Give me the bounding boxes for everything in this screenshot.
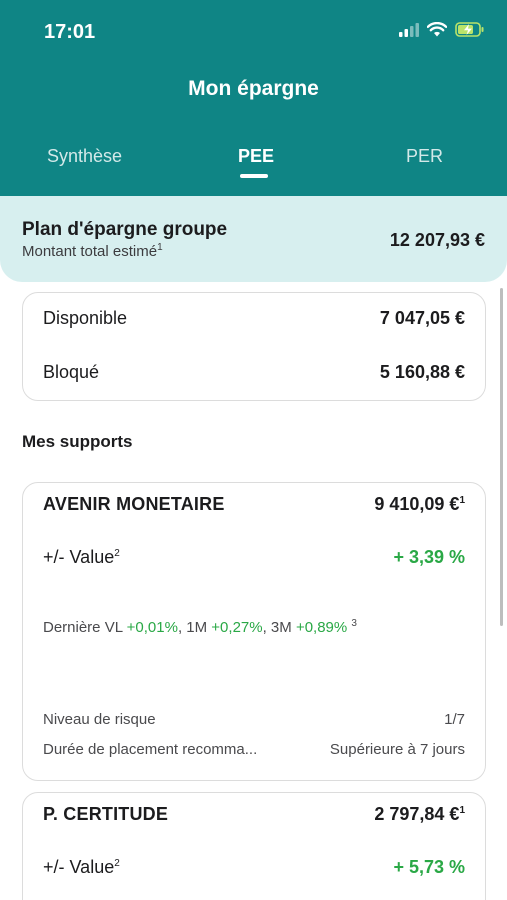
footnote-marker: 1 [459, 495, 465, 506]
fund-performance-row: +/- Value2 + 5,73 % [43, 857, 465, 878]
plan-title: Plan d'épargne groupe [22, 219, 228, 240]
available-value: 7 047,05 € [379, 308, 465, 328]
vl-prefix: Dernière VL [43, 619, 127, 636]
plus-value-label: +/- Value2 [43, 857, 120, 878]
plan-summary: Plan d'épargne groupe Montant total esti… [0, 196, 507, 282]
tab-pee[interactable]: PEE [238, 146, 274, 167]
fund-card[interactable]: AVENIR MONETAIRE 9 410,09 €1 +/- Value2 … [22, 482, 486, 781]
cellular-signal-icon [399, 22, 419, 37]
duration-row: Durée de placement recomma... Supérieure… [43, 741, 465, 758]
footnote-marker: 3 [351, 618, 357, 629]
supports-section-title: Mes supports [22, 432, 133, 451]
available-row: Disponible 7 047,05 € [43, 308, 465, 329]
tab-per[interactable]: PER [406, 146, 443, 167]
tab-bar: Synthèse PEE PER [0, 140, 507, 190]
tab-synthese[interactable]: Synthèse [47, 146, 122, 167]
risk-row: Niveau de risque 1/7 [43, 711, 465, 728]
blocked-value: 5 160,88 € [379, 362, 465, 382]
status-icons [399, 22, 485, 37]
fund-amount: 9 410,09 €1 [374, 494, 465, 515]
last-vl-line: Dernière VL +0,01%, 1M +0,27%, 3M +0,89%… [43, 618, 357, 637]
duration-value: Supérieure à 7 jours [329, 741, 465, 758]
plus-value: + 3,39 % [393, 547, 465, 567]
available-label: Disponible [43, 308, 128, 328]
fund-amount: 2 797,84 €1 [374, 804, 465, 825]
plan-total-amount: 12 207,93 € [389, 230, 485, 250]
plan-subtitle: Montant total estimé1 [22, 242, 163, 261]
wifi-icon [427, 22, 447, 37]
status-time: 17:01 [44, 21, 96, 43]
plus-value-label-text: +/- Value [43, 857, 115, 877]
risk-label: Niveau de risque [43, 711, 156, 728]
fund-amount-text: 9 410,09 € [374, 494, 460, 514]
vl-3m: +0,89% [295, 619, 348, 636]
blocked-label: Bloqué [43, 362, 100, 382]
plus-value: + 5,73 % [393, 857, 465, 877]
fund-header-row: P. CERTITUDE 2 797,84 €1 [43, 804, 465, 825]
availability-card: Disponible 7 047,05 € Bloqué 5 160,88 € [22, 292, 486, 401]
scrollbar[interactable] [500, 288, 503, 626]
fund-header-row: AVENIR MONETAIRE 9 410,09 €1 [43, 494, 465, 515]
vl-day: +0,01% [126, 619, 178, 636]
footnote-marker: 1 [459, 805, 465, 816]
active-tab-indicator [240, 174, 268, 178]
footnote-marker: 2 [114, 858, 120, 869]
fund-name: AVENIR MONETAIRE [43, 494, 225, 514]
vl-1m: +0,27% [211, 619, 263, 636]
plus-value-label-text: +/- Value [43, 547, 115, 567]
fund-card[interactable]: P. CERTITUDE 2 797,84 €1 +/- Value2 + 5,… [22, 792, 486, 900]
vl-1m-label: , 1M [177, 619, 212, 636]
plan-subtitle-text: Montant total estimé [22, 243, 158, 260]
status-bar: 17:01 [0, 0, 507, 64]
vl-3m-label: , 3M [262, 619, 296, 636]
fund-performance-row: +/- Value2 + 3,39 % [43, 547, 465, 568]
app-header: 17:01 Mon épargne Synthèse PEE PER [0, 0, 507, 196]
page-title: Mon épargne [188, 77, 319, 100]
fund-name: P. CERTITUDE [43, 804, 169, 824]
footnote-marker: 1 [157, 242, 163, 253]
risk-value: 1/7 [444, 711, 465, 728]
duration-label: Durée de placement recomma... [43, 741, 258, 758]
fund-amount-text: 2 797,84 € [374, 804, 460, 824]
blocked-row: Bloqué 5 160,88 € [43, 362, 465, 383]
battery-charging-icon [455, 22, 484, 37]
plus-value-label: +/- Value2 [43, 547, 120, 568]
footnote-marker: 2 [114, 548, 120, 559]
